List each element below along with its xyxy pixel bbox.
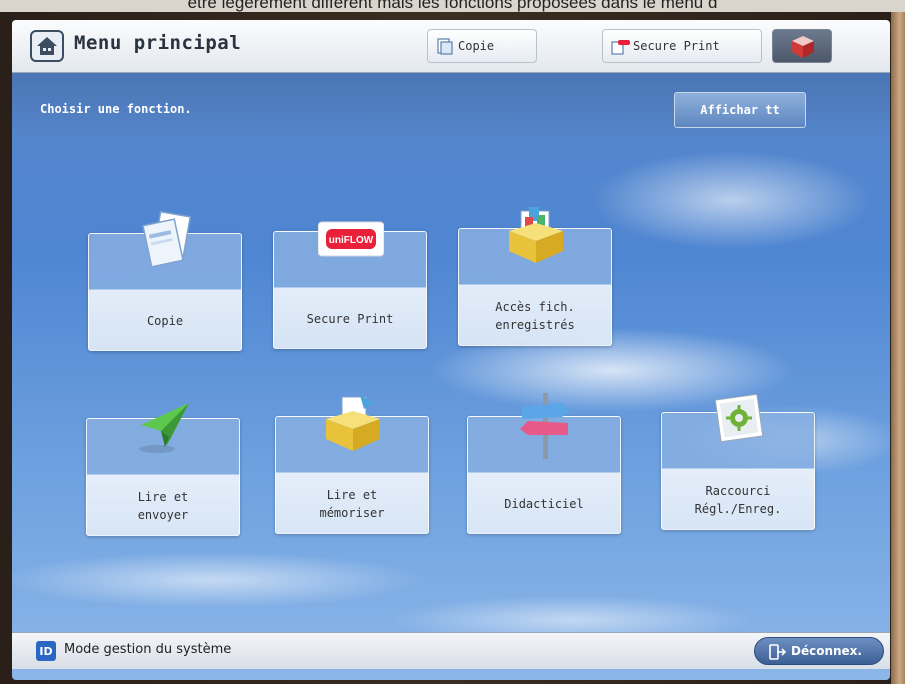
copy-icon bbox=[133, 210, 199, 280]
tile-stored-files[interactable]: Accès fich. enregistrés bbox=[458, 207, 612, 346]
shortcut-icon bbox=[706, 389, 772, 459]
tile-secure-print[interactable]: uniFLOW Secure Print bbox=[273, 221, 427, 349]
tab-secure-print-label: Secure Print bbox=[633, 39, 720, 53]
tab-copie[interactable]: Copie bbox=[427, 29, 537, 63]
tab-secure-print[interactable]: Secure Print bbox=[602, 29, 762, 63]
tile-tutorial-label: Didacticiel bbox=[504, 497, 584, 511]
tile-shortcut-settings-label: Raccourci Régl./Enreg. bbox=[694, 484, 782, 516]
tile-stored-files-label: Accès fich. enregistrés bbox=[495, 300, 575, 332]
copy-icon bbox=[434, 36, 454, 59]
top-menu-button[interactable] bbox=[772, 29, 832, 63]
logout-icon bbox=[769, 644, 787, 663]
touch-screen: Menu principal Copie Secure Print Choisi… bbox=[12, 20, 890, 680]
tile-shortcut-settings[interactable]: Raccourci Régl./Enreg. bbox=[661, 393, 815, 530]
system-management-mode: Mode gestion du système bbox=[64, 642, 232, 657]
tile-scan-store[interactable]: Lire et mémoriser bbox=[275, 395, 429, 534]
footer-bar: ID Mode gestion du système Déconnex. bbox=[12, 632, 890, 669]
tile-scan-send-label: Lire et envoyer bbox=[137, 490, 189, 522]
logout-button[interactable]: Déconnex. bbox=[754, 637, 884, 665]
tile-tutorial[interactable]: Didacticiel bbox=[467, 393, 621, 534]
page-title: Menu principal bbox=[74, 32, 242, 54]
signpost-icon bbox=[512, 393, 578, 463]
logout-label: Déconnex. bbox=[791, 644, 862, 658]
tile-secure-print-label: Secure Print bbox=[306, 312, 394, 326]
paper-plane-icon bbox=[131, 395, 197, 465]
tile-copie[interactable]: Copie bbox=[88, 210, 242, 351]
stored-files-icon bbox=[503, 205, 569, 275]
secure-print-icon bbox=[609, 36, 631, 59]
tile-scan-send[interactable]: Lire et envoyer bbox=[86, 403, 240, 536]
home-icon[interactable] bbox=[30, 30, 64, 62]
show-all-button[interactable]: Affichar tt bbox=[674, 92, 806, 128]
uniflow-logo: uniFLOW bbox=[317, 208, 385, 278]
id-icon: ID bbox=[36, 641, 56, 661]
tile-copie-label: Copie bbox=[146, 314, 184, 328]
tile-scan-store-label: Lire et mémoriser bbox=[319, 488, 385, 520]
uniflow-logo-text: uniFLOW bbox=[329, 235, 374, 246]
box-icon bbox=[792, 36, 814, 58]
scan-store-icon bbox=[320, 393, 386, 463]
instruction-text: Choisir une fonction. bbox=[40, 102, 192, 116]
header-bar: Menu principal Copie Secure Print bbox=[12, 20, 890, 73]
wood-edge bbox=[891, 12, 905, 684]
tab-copie-label: Copie bbox=[458, 39, 495, 53]
caption-text: être légèrement différent mais les fonct… bbox=[187, 0, 718, 12]
